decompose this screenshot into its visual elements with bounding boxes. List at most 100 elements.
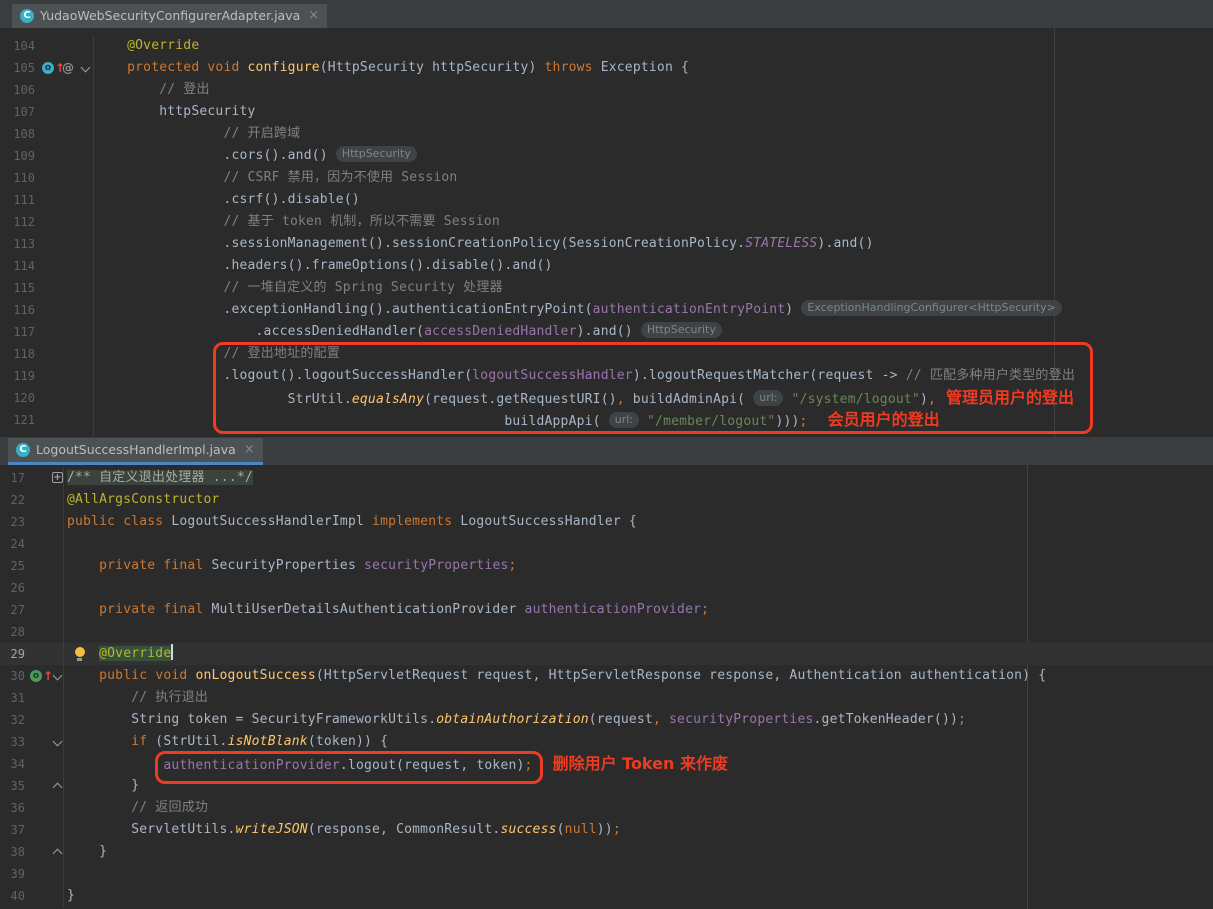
- code-line[interactable]: 22@AllArgsConstructor: [0, 489, 1213, 511]
- code-line[interactable]: 34 authenticationProvider.logout(request…: [0, 753, 1213, 775]
- line-number[interactable]: 111: [13, 189, 35, 211]
- code-token: [661, 712, 669, 727]
- line-number[interactable]: 104: [13, 35, 35, 57]
- code-line[interactable]: 25 private final SecurityProperties secu…: [0, 555, 1213, 577]
- line-number[interactable]: 109: [13, 145, 35, 167]
- line-number[interactable]: 119: [13, 365, 35, 387]
- tab-logout-success-handler-impl[interactable]: C LogoutSuccessHandlerImpl.java ×: [8, 438, 263, 465]
- gutter: 39: [0, 863, 64, 885]
- code-line[interactable]: 118 // 登出地址的配置: [0, 343, 1213, 365]
- line-number[interactable]: 35: [11, 775, 25, 797]
- code-line[interactable]: 117 .accessDeniedHandler(accessDeniedHan…: [0, 321, 1213, 343]
- line-number[interactable]: 23: [11, 511, 25, 533]
- line-number[interactable]: 116: [13, 299, 35, 321]
- code-line[interactable]: 114 .headers().frameOptions().disable().…: [0, 255, 1213, 277]
- code-line[interactable]: 109 .cors().and() HttpSecurity: [0, 145, 1213, 167]
- line-number[interactable]: 108: [13, 123, 35, 145]
- code-line[interactable]: 111 .csrf().disable(): [0, 189, 1213, 211]
- line-number[interactable]: 118: [13, 343, 35, 365]
- code-line[interactable]: 33 if (StrUtil.isNotBlank(token)) {: [0, 731, 1213, 753]
- line-number[interactable]: 25: [11, 555, 25, 577]
- line-number[interactable]: 22: [11, 489, 25, 511]
- line-number[interactable]: 36: [11, 797, 25, 819]
- overriding-method-icon[interactable]: o: [42, 62, 54, 74]
- code-line[interactable]: 107 httpSecurity: [0, 101, 1213, 123]
- code-token: .sessionManagement().sessionCreationPoli…: [95, 236, 745, 251]
- code-line[interactable]: 120 StrUtil.equalsAny(request.getRequest…: [0, 387, 1213, 409]
- code-text: authenticationProvider.logout(request, t…: [64, 753, 728, 775]
- line-number[interactable]: 112: [13, 211, 35, 233]
- line-number[interactable]: 120: [13, 387, 35, 409]
- code-line[interactable]: 110 // CSRF 禁用，因为不使用 Session: [0, 167, 1213, 189]
- code-line[interactable]: 108 // 开启跨域: [0, 123, 1213, 145]
- line-number[interactable]: 30: [11, 665, 25, 687]
- line-number[interactable]: 114: [13, 255, 35, 277]
- code-editor-bottom[interactable]: 17+/** 自定义退出处理器 ...*/22@AllArgsConstruct…: [0, 465, 1213, 909]
- line-number[interactable]: 39: [11, 863, 25, 885]
- line-number[interactable]: 32: [11, 709, 25, 731]
- code-line[interactable]: 17+/** 自定义退出处理器 ...*/: [0, 467, 1213, 489]
- line-number[interactable]: 33: [11, 731, 25, 753]
- fold-icon[interactable]: [80, 57, 90, 79]
- code-line[interactable]: 122: [0, 431, 1213, 437]
- code-line[interactable]: 105↑o@ protected void configure(HttpSecu…: [0, 57, 1213, 79]
- code-text: // 基于 token 机制，所以不需要 Session: [94, 211, 500, 233]
- code-line[interactable]: 26: [0, 577, 1213, 599]
- line-number[interactable]: 29: [11, 643, 25, 665]
- fold-icon[interactable]: [52, 731, 62, 753]
- code-line[interactable]: 104 @Override: [0, 35, 1213, 57]
- fold-end-icon[interactable]: [52, 841, 62, 863]
- code-line[interactable]: 116 .exceptionHandling().authenticationE…: [0, 299, 1213, 321]
- line-number[interactable]: 37: [11, 819, 25, 841]
- code-line[interactable]: 31 // 执行退出: [0, 687, 1213, 709]
- line-number[interactable]: 38: [11, 841, 25, 863]
- line-number[interactable]: 26: [11, 577, 25, 599]
- line-number[interactable]: 24: [11, 533, 25, 555]
- annotation-marker-icon[interactable]: @: [62, 57, 74, 79]
- line-number[interactable]: 113: [13, 233, 35, 255]
- code-line[interactable]: 38 }: [0, 841, 1213, 863]
- code-line[interactable]: 32 String token = SecurityFrameworkUtils…: [0, 709, 1213, 731]
- line-number[interactable]: 115: [13, 277, 35, 299]
- code-line[interactable]: 27 private final MultiUserDetailsAuthent…: [0, 599, 1213, 621]
- line-number[interactable]: 31: [11, 687, 25, 709]
- line-number[interactable]: 107: [13, 101, 35, 123]
- code-line[interactable]: 121 buildAppApi( url: "/member/logout"))…: [0, 409, 1213, 431]
- code-line[interactable]: 40}: [0, 885, 1213, 907]
- close-icon[interactable]: ×: [244, 438, 255, 462]
- tab-yudao-web-security-configurer-adapter[interactable]: C YudaoWebSecurityConfigurerAdapter.java…: [12, 4, 327, 28]
- code-line[interactable]: 24: [0, 533, 1213, 555]
- fold-collapsed-icon[interactable]: +: [52, 472, 63, 483]
- code-line[interactable]: 119 .logout().logoutSuccessHandler(logou…: [0, 365, 1213, 387]
- code-line[interactable]: 28: [0, 621, 1213, 643]
- line-number[interactable]: 28: [11, 621, 25, 643]
- code-line[interactable]: 115 // 一堆自定义的 Spring Security 处理器: [0, 277, 1213, 299]
- code-line[interactable]: 37 ServletUtils.writeJSON(response, Comm…: [0, 819, 1213, 841]
- lightbulb-intention-icon[interactable]: [74, 643, 85, 665]
- code-line[interactable]: 23public class LogoutSuccessHandlerImpl …: [0, 511, 1213, 533]
- editor-pane-bottom: C LogoutSuccessHandlerImpl.java × 17+/**…: [0, 437, 1213, 909]
- line-number[interactable]: 117: [13, 321, 35, 343]
- line-number[interactable]: 105: [13, 57, 35, 79]
- code-line[interactable]: 29 @Override: [0, 643, 1213, 665]
- line-number[interactable]: 27: [11, 599, 25, 621]
- line-number[interactable]: 17: [11, 467, 25, 489]
- code-line[interactable]: 113 .sessionManagement().sessionCreation…: [0, 233, 1213, 255]
- fold-end-icon[interactable]: [52, 775, 62, 797]
- line-number[interactable]: 110: [13, 167, 35, 189]
- fold-icon[interactable]: [52, 665, 62, 687]
- line-number[interactable]: 40: [11, 885, 25, 907]
- code-line[interactable]: 112 // 基于 token 机制，所以不需要 Session: [0, 211, 1213, 233]
- code-line[interactable]: 106 // 登出: [0, 79, 1213, 101]
- line-number[interactable]: 122: [13, 431, 35, 437]
- code-editor-top[interactable]: 104 @Override105↑o@ protected void confi…: [0, 28, 1213, 437]
- line-number[interactable]: 106: [13, 79, 35, 101]
- code-line[interactable]: 36 // 返回成功: [0, 797, 1213, 819]
- code-line[interactable]: 39: [0, 863, 1213, 885]
- line-number[interactable]: 121: [13, 409, 35, 431]
- code-line[interactable]: 30↑o public void onLogoutSuccess(HttpSer…: [0, 665, 1213, 687]
- close-icon[interactable]: ×: [308, 4, 319, 28]
- code-line[interactable]: 35 }: [0, 775, 1213, 797]
- line-number[interactable]: 34: [11, 753, 25, 775]
- overriding-method-icon[interactable]: o: [30, 670, 42, 682]
